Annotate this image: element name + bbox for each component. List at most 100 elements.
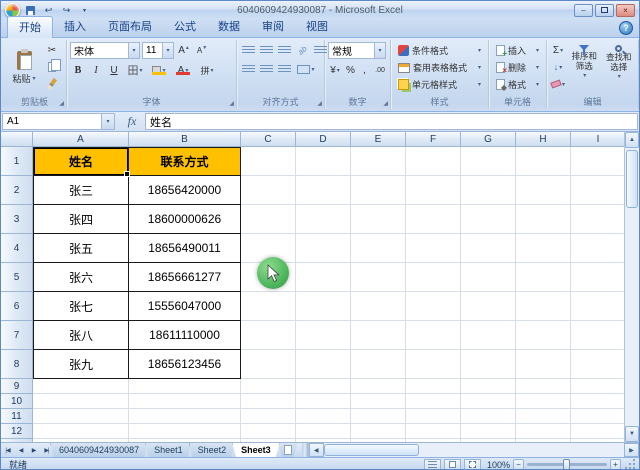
cell-B6[interactable]: 15556047000 [129, 292, 241, 321]
cell-F4[interactable] [406, 234, 461, 263]
cell-D2[interactable] [296, 176, 351, 205]
chevron-down-icon[interactable]: ▾ [162, 43, 173, 58]
zoom-out-button[interactable]: − [513, 459, 524, 470]
cell-C11[interactable] [241, 409, 296, 424]
cell-H6[interactable] [516, 292, 571, 321]
minimize-button[interactable]: – [574, 4, 593, 17]
cell-H11[interactable] [516, 409, 571, 424]
align-bottom-button[interactable] [276, 42, 292, 58]
zoom-level[interactable]: 100% [484, 460, 510, 470]
resize-grip[interactable] [624, 458, 637, 470]
fill-button[interactable]: ↓▾ [550, 59, 566, 75]
cell-B7[interactable]: 18611110000 [129, 321, 241, 350]
format-cells-button[interactable]: ◆ 格式 ▾ [492, 76, 543, 93]
cell-A1[interactable]: 姓名 [33, 147, 129, 176]
cell-D4[interactable] [296, 234, 351, 263]
quick-access-customize-button[interactable]: ▾ [77, 3, 92, 17]
cell-E5[interactable] [351, 263, 406, 292]
scroll-down-button[interactable]: ▼ [625, 426, 639, 442]
number-format-combo[interactable]: 常规 ▾ [328, 42, 386, 59]
cell-H5[interactable] [516, 263, 571, 292]
cell-C9[interactable] [241, 379, 296, 394]
column-header-D[interactable]: D [296, 132, 351, 147]
cell-D12[interactable] [296, 424, 351, 439]
zoom-slider-thumb[interactable] [563, 459, 570, 470]
cell-A3[interactable]: 张四 [33, 205, 129, 234]
cell-H2[interactable] [516, 176, 571, 205]
row-header-9[interactable]: 9 [1, 379, 33, 394]
italic-button[interactable]: I [88, 62, 104, 78]
cell-I11[interactable] [571, 409, 626, 424]
fill-color-button[interactable]: ▾ [148, 62, 170, 78]
cell-H10[interactable] [516, 394, 571, 409]
cell-G2[interactable] [461, 176, 516, 205]
ribbon-tab-插入[interactable]: 插入 [53, 16, 97, 37]
cell-D10[interactable] [296, 394, 351, 409]
cell-C1[interactable] [241, 147, 296, 176]
cell-H3[interactable] [516, 205, 571, 234]
cell-F1[interactable] [406, 147, 461, 176]
cell-F3[interactable] [406, 205, 461, 234]
formula-input[interactable]: 姓名 [145, 113, 638, 130]
shrink-font-button[interactable]: A▼ [194, 43, 210, 59]
cell-E9[interactable] [351, 379, 406, 394]
cell-C2[interactable] [241, 176, 296, 205]
cell-D7[interactable] [296, 321, 351, 350]
cell-I12[interactable] [571, 424, 626, 439]
insert-cells-button[interactable]: + 插入 ▾ [492, 42, 543, 59]
column-header-B[interactable]: B [129, 132, 241, 147]
cell-C8[interactable] [241, 350, 296, 379]
cell-F5[interactable] [406, 263, 461, 292]
cell-E10[interactable] [351, 394, 406, 409]
cell-C3[interactable] [241, 205, 296, 234]
cell-I10[interactable] [571, 394, 626, 409]
cell-G1[interactable] [461, 147, 516, 176]
ribbon-tab-公式[interactable]: 公式 [163, 16, 207, 37]
cell-D5[interactable] [296, 263, 351, 292]
save-button[interactable] [23, 3, 38, 17]
undo-button[interactable]: ↩ [41, 3, 56, 17]
select-all-corner[interactable] [1, 132, 33, 147]
sheet-tab-6040609424930087[interactable]: 6040609424930087 [50, 443, 148, 457]
cell-D8[interactable] [296, 350, 351, 379]
cell-G5[interactable] [461, 263, 516, 292]
align-center-button[interactable] [258, 61, 274, 77]
bold-button[interactable]: B [70, 62, 86, 78]
column-header-H[interactable]: H [516, 132, 571, 147]
font-size-combo[interactable]: 11 ▾ [142, 42, 174, 59]
redo-button[interactable]: ↪ [59, 3, 74, 17]
ribbon-tab-页面布局[interactable]: 页面布局 [97, 16, 163, 37]
cell-C10[interactable] [241, 394, 296, 409]
cell-G11[interactable] [461, 409, 516, 424]
zoom-slider[interactable] [527, 463, 607, 466]
cell-G8[interactable] [461, 350, 516, 379]
font-name-combo[interactable]: 宋体 ▾ [70, 42, 140, 59]
row-header-7[interactable]: 7 [1, 321, 33, 350]
cell-F2[interactable] [406, 176, 461, 205]
vertical-scroll-thumb[interactable] [626, 150, 638, 208]
scroll-right-button[interactable]: ▶ [624, 443, 639, 457]
cell-H12[interactable] [516, 424, 571, 439]
cell-I8[interactable] [571, 350, 626, 379]
row-header-12[interactable]: 12 [1, 424, 33, 439]
name-box[interactable]: A1 [2, 113, 102, 130]
cell-H8[interactable] [516, 350, 571, 379]
cell-G9[interactable] [461, 379, 516, 394]
clear-button[interactable]: ▾ [550, 76, 566, 92]
cell-H7[interactable] [516, 321, 571, 350]
cell-C12[interactable] [241, 424, 296, 439]
cell-G4[interactable] [461, 234, 516, 263]
cell-G3[interactable] [461, 205, 516, 234]
cell-A5[interactable]: 张六 [33, 263, 129, 292]
horizontal-scrollbar[interactable]: ◀ ▶ [308, 443, 639, 457]
insert-function-button[interactable]: fx [121, 113, 143, 130]
merge-center-button[interactable]: ▾ [294, 61, 318, 77]
cell-E6[interactable] [351, 292, 406, 321]
cell-I5[interactable] [571, 263, 626, 292]
ribbon-tab-视图[interactable]: 视图 [295, 16, 339, 37]
row-header-3[interactable]: 3 [1, 205, 33, 234]
cell-C6[interactable] [241, 292, 296, 321]
cell-D3[interactable] [296, 205, 351, 234]
cell-E8[interactable] [351, 350, 406, 379]
align-left-button[interactable] [240, 61, 256, 77]
